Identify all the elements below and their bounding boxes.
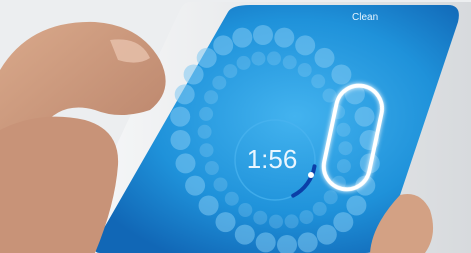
tooth-inner-marker	[322, 88, 337, 103]
tooth-inner-marker	[312, 201, 327, 216]
tooth-marker	[354, 106, 375, 127]
progress-indicator-dot	[308, 172, 314, 178]
tooth-inner-marker	[282, 55, 297, 70]
tooth-inner-marker	[267, 51, 281, 66]
tooth-marker	[331, 64, 352, 85]
tooth-marker	[234, 224, 255, 245]
tooth-marker	[232, 27, 253, 48]
tooth-marker	[297, 232, 318, 253]
tooth-inner-marker	[311, 74, 326, 89]
tooth-inner-marker	[236, 55, 251, 70]
tooth-inner-marker	[336, 159, 351, 174]
tooth-inner-marker	[253, 210, 268, 225]
tooth-inner-marker	[197, 124, 212, 139]
tooth-marker	[316, 224, 337, 245]
tooth-inner-marker	[238, 203, 253, 217]
tooth-marker	[255, 232, 276, 253]
tooth-inner-marker	[204, 161, 219, 175]
tooth-marker	[215, 212, 236, 233]
tooth-marker	[174, 84, 195, 105]
tooth-marker	[314, 47, 335, 68]
tooth-inner-marker	[199, 143, 214, 158]
tooth-inner-marker	[269, 214, 283, 229]
tooth-inner-marker	[338, 141, 353, 156]
tooth-marker	[196, 47, 217, 68]
tooth-marker	[253, 25, 273, 45]
tooth-inner-marker	[336, 122, 351, 137]
tooth-inner-marker	[323, 190, 338, 205]
tooth-inner-marker	[213, 177, 228, 192]
tooth-marker	[333, 212, 354, 233]
tooth-marker	[213, 35, 234, 56]
status-label: Clean	[352, 12, 378, 23]
tooth-marker	[170, 106, 191, 127]
tooth-inner-marker	[204, 90, 219, 105]
hand-palm	[0, 116, 119, 253]
tooth-marker	[175, 153, 196, 174]
tooth-inner-marker	[297, 63, 312, 77]
tooth-inner-marker	[223, 64, 238, 79]
tooth-marker	[274, 27, 295, 48]
tooth-inner-marker	[199, 106, 214, 121]
tooth-inner-marker	[224, 191, 239, 206]
photo-scene: 1:56 Clean	[0, 0, 471, 253]
tooth-marker	[346, 195, 367, 216]
tooth-inner-marker	[299, 210, 314, 225]
tooth-marker	[183, 64, 204, 85]
tooth-inner-marker	[212, 75, 227, 90]
tooth-inner-marker	[284, 214, 299, 229]
tooth-marker	[170, 130, 191, 150]
tooth-marker	[295, 35, 316, 56]
tooth-marker	[198, 195, 219, 216]
timer-display: 1:56	[247, 144, 298, 174]
tooth-inner-marker	[251, 51, 266, 66]
tooth-marker	[185, 175, 206, 196]
